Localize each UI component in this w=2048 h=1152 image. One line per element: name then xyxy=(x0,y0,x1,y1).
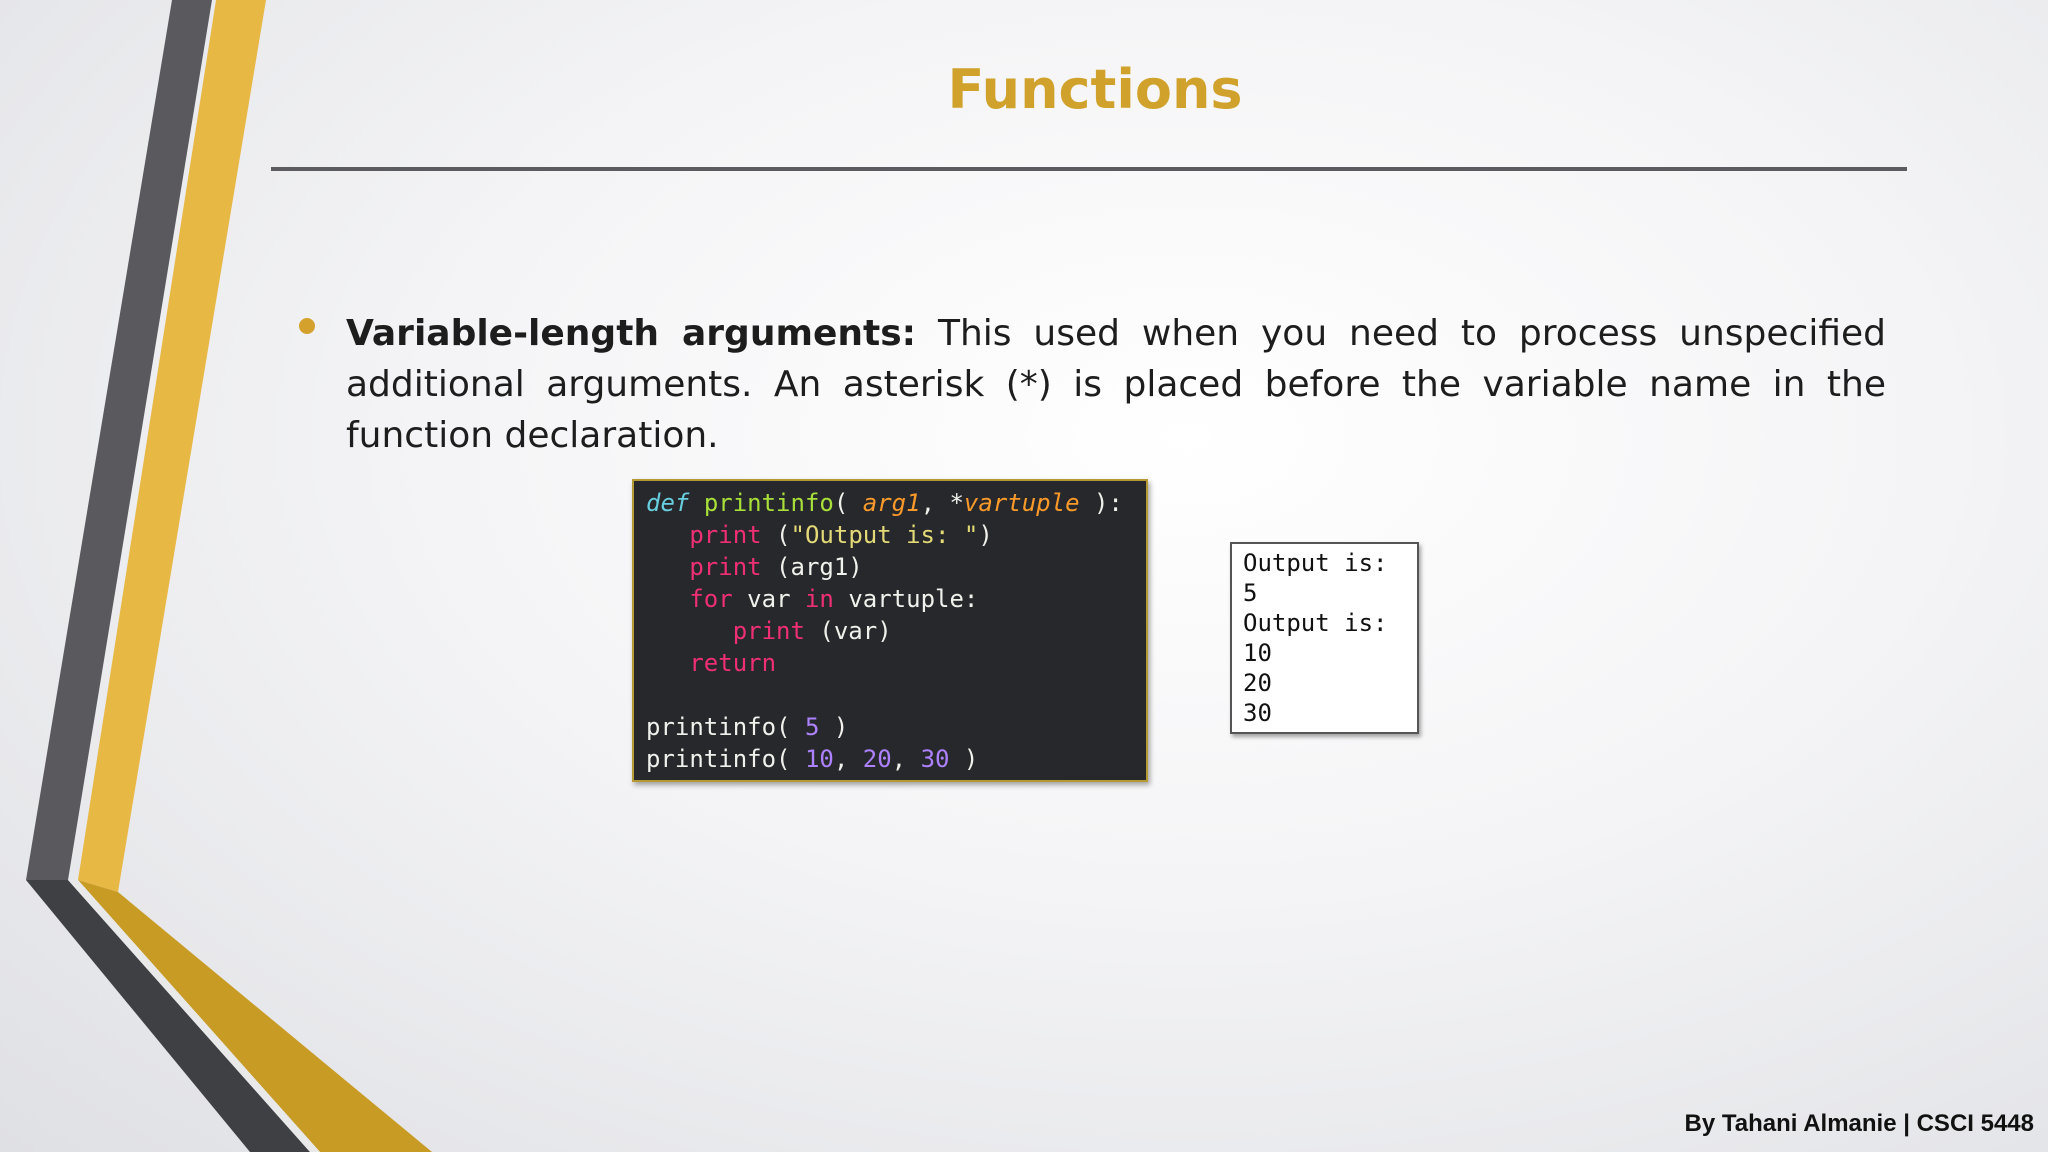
footer-credit: By Tahani Almanie | CSCI 5448 xyxy=(1684,1110,2035,1137)
output-line: Output is: xyxy=(1243,609,1388,637)
title-divider xyxy=(271,167,1907,171)
bullet-term: Variable-length arguments: xyxy=(346,313,917,354)
bullet-paragraph: Variable-length arguments: This used whe… xyxy=(346,308,1886,461)
slide-title: Functions xyxy=(947,58,1243,121)
left-decorative-stripes xyxy=(26,0,432,1152)
code-line: def printinfo( arg1, *vartuple ): xyxy=(646,489,1123,517)
output-line: 30 xyxy=(1243,699,1272,727)
output-line: Output is: xyxy=(1243,549,1388,577)
code-line: print (arg1) xyxy=(689,553,863,581)
bullet-icon xyxy=(299,318,315,334)
output-line: 10 xyxy=(1243,639,1272,667)
code-line: for var in vartuple: xyxy=(689,585,979,613)
code-line: printinfo( 10, 20, 30 ) xyxy=(646,745,979,773)
code-line: printinfo( 5 ) xyxy=(646,713,849,741)
code-line: print (var) xyxy=(732,617,892,645)
output-console: Output is: 5 Output is: 10 20 30 xyxy=(1230,542,1419,734)
code-line: return xyxy=(689,649,777,677)
code-snippet: def printinfo( arg1, *vartuple ): print … xyxy=(632,479,1148,782)
output-line: 5 xyxy=(1243,579,1258,607)
code-line: print ("Output is: ") xyxy=(689,521,993,549)
output-line: 20 xyxy=(1243,669,1272,697)
